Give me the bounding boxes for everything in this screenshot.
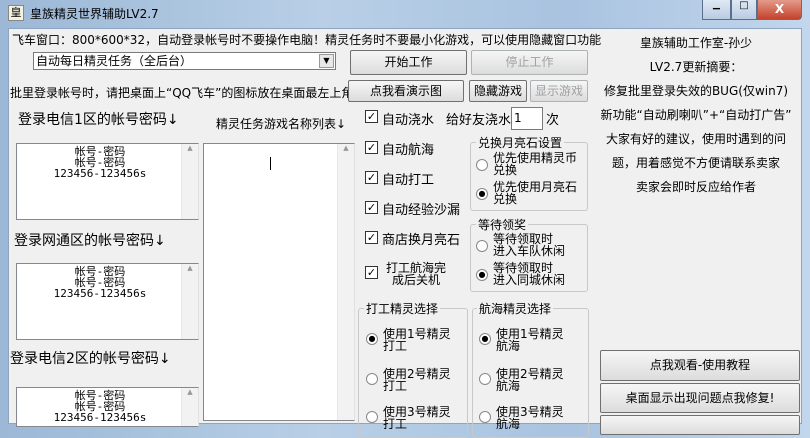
sail-sprite-option-1: 使用1号精灵 航海 [496,328,564,352]
shop-moonstone-label: 商店换月亮石 [382,233,461,248]
shutdown-label-line2: 成后关机 [391,273,440,287]
moonstone-radio-coin[interactable] [476,159,488,171]
auto-work-label: 自动打工 [382,173,435,188]
batch-info-text: 批里登录帐号时，请把桌面上“QQ飞车”的图标放在桌面最左上角！ [10,86,366,100]
moonstone-option-stone: 优先使用月亮石 兑换 [493,181,577,205]
sail-sprite-option-3: 使用3号精灵 航海 [496,406,564,430]
work-sprite-radio-2[interactable] [366,373,378,385]
auto-water-checkbox[interactable]: ✓ [365,110,378,123]
note-line: LV2.7更新摘要： [649,60,743,74]
account-label-telecom2: 登录电信2区的帐号密码↓ [10,351,171,367]
work-sprite-option-3: 使用3号精灵 打工 [383,406,451,430]
option-line: 航海 [496,379,521,393]
water-unit-label: 次 [546,113,560,128]
more-button[interactable] [600,415,800,435]
water-friend-label: 给好友浇水 [446,113,512,128]
sail-sprite-option-2: 使用2号精灵 航海 [496,368,564,392]
tutorial-button[interactable]: 点我观看-使用教程 [600,350,800,381]
account-label-netcom: 登录网通区的帐号密码↓ [14,233,166,249]
work-sprite-radio-1[interactable]: ● [366,333,378,345]
note-line: 卖家会即时反应给作者 [635,180,756,194]
mode-select-value: 自动每日精灵任务（全后台） [36,54,193,68]
note-line: 新功能“自动刷喇叭”+“自动打广告” [600,108,792,122]
minimize-button[interactable]: ▁ [702,0,731,20]
scrollbar[interactable]: ▲ [337,144,354,420]
scrollbar[interactable]: ▲ [181,264,198,339]
show-game-button[interactable]: 显示游戏 [530,80,588,102]
option-line: 兑换 [493,192,518,206]
option-line: 进入同城休闲 [493,273,566,287]
auto-hourglass-checkbox[interactable]: ✓ [365,201,378,214]
auto-work-checkbox[interactable]: ✓ [365,171,378,184]
option-line: 航海 [496,339,521,353]
option-line: 打工 [383,417,408,431]
account-line: 123456-123456s [53,287,147,300]
demo-button[interactable]: 点我看演示图 [348,80,464,102]
option-line: 进入车队休闲 [493,244,566,258]
info-text: 飞车窗口：800*600*32，自动登录帐号时不要操作电脑！精灵任务时不要最小化… [12,33,602,47]
shutdown-label: 打工航海完 成后关机 [384,262,448,286]
moonstone-group-title: 兑换月亮石设置 [476,134,565,151]
chevron-down-icon[interactable]: ▼ [319,54,334,68]
note-line: 大家有好的建议，使用时遇到的问 [605,132,786,146]
hide-game-button[interactable]: 隐藏游戏 [469,80,527,102]
wait-option-team: 等待领取时 进入车队休闲 [493,233,565,257]
scrollbar[interactable]: ▲ [181,144,198,219]
note-line: 皇族辅助工作室-孙少 [639,36,753,50]
wait-radio-team[interactable] [476,240,488,252]
work-sprite-title: 打工精灵选择 [364,300,441,317]
sail-sprite-radio-3[interactable] [479,411,491,423]
work-sprite-option-2: 使用2号精灵 打工 [383,368,451,392]
game-list-label: 精灵任务游戏名称列表↓ [216,117,347,131]
auto-sail-label: 自动航海 [382,143,435,158]
window-title: 皇族精灵世界辅助LV2.7 [30,7,159,21]
account-input-telecom2[interactable]: 帐号-密码 帐号-密码 123456-123456s ▲ [16,387,199,427]
moonstone-option-coin: 优先使用精灵币 兑换 [493,152,577,176]
option-line: 航海 [496,417,521,431]
option-line: 打工 [383,379,408,393]
account-input-telecom1[interactable]: 帐号-密码 帐号-密码 123456-123456s ▲ [16,143,199,220]
start-button[interactable]: 开始工作 [350,50,467,75]
sail-sprite-radio-2[interactable] [479,373,491,385]
note-line: 修复批里登录失效的BUG(仅win7) [603,84,789,98]
account-line: 123456-123456s [53,411,147,424]
note-line: 题，用着感觉不方便请联系卖家 [611,156,780,170]
auto-water-label: 自动浇水 [382,113,435,128]
account-line: 123456-123456s [53,167,147,180]
auto-hourglass-label: 自动经验沙漏 [382,203,461,218]
fix-desktop-button[interactable]: 桌面显示出现问题点我修复! [600,383,800,413]
text-cursor [270,157,271,170]
sail-sprite-title: 航海精灵选择 [477,300,554,317]
work-sprite-radio-3[interactable] [366,411,378,423]
account-label-telecom1: 登录电信1区的帐号密码↓ [18,112,179,128]
stop-button[interactable]: 停止工作 [471,50,588,75]
water-friend-count-input[interactable]: 1 [511,107,543,130]
maximize-button[interactable]: □ [731,0,757,20]
account-input-netcom[interactable]: 帐号-密码 帐号-密码 123456-123456s ▲ [16,263,199,340]
auto-sail-checkbox[interactable]: ✓ [365,141,378,154]
close-button[interactable]: X [757,0,802,20]
wait-reward-group-title: 等待领奖 [476,216,529,233]
mode-select[interactable]: 自动每日精灵任务（全后台） ▼ [33,52,336,70]
wait-radio-city[interactable]: ● [476,269,488,281]
wait-option-city: 等待领取时 进入同城休闲 [493,262,565,286]
game-list-input[interactable]: ▲ [203,143,355,421]
moonstone-radio-stone[interactable]: ● [476,188,488,200]
shop-moonstone-checkbox[interactable]: ✓ [365,231,378,244]
sail-sprite-radio-1[interactable]: ● [479,333,491,345]
app-icon: 皇 [8,5,24,21]
shutdown-checkbox[interactable]: ✓ [365,266,378,279]
option-line: 打工 [383,339,408,353]
scrollbar[interactable]: ▲ [181,388,198,426]
work-sprite-option-1: 使用1号精灵 打工 [383,328,451,352]
option-line: 兑换 [493,163,518,177]
